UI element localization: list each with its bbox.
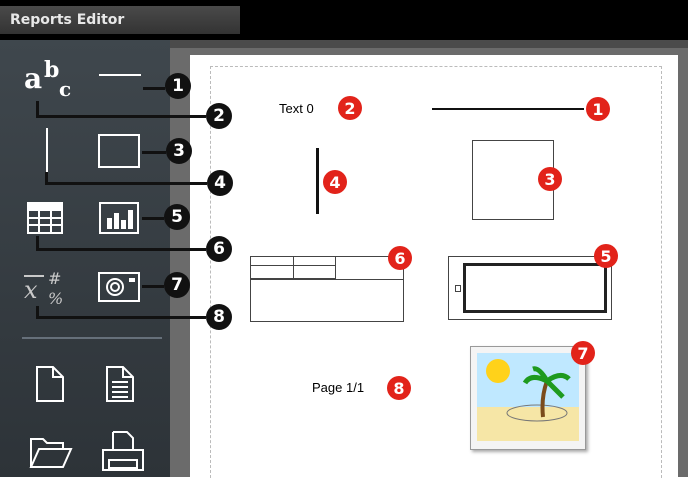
line-tool-button[interactable] [97,68,143,82]
callout-2: 2 [206,103,232,129]
svg-text:x: x [24,276,38,304]
vertical-line-element[interactable] [316,148,319,214]
canvas-callout-7: 7 [571,341,595,365]
rectangle-icon [98,134,140,168]
callout-1: 1 [165,73,191,99]
print-button[interactable] [98,428,148,474]
canvas-top-strip [170,40,688,48]
chart-element[interactable] [448,256,612,320]
image-element[interactable] [470,346,586,450]
table-element[interactable] [250,256,404,322]
island-picture-icon [477,353,579,441]
table-body-divider [251,279,403,280]
image-tool-button[interactable] [96,268,142,306]
leader-line-4 [45,182,207,185]
svg-text:%: % [48,289,63,308]
svg-text:a: a [24,62,42,95]
variable-tool-button[interactable]: x # % [18,264,74,310]
leader-line-6 [36,248,206,251]
reports-editor-window: Reports Editor a b c x # % 1 2 3 4 5 6 7… [0,0,688,478]
canvas-callout-8: 8 [387,376,411,400]
print-icon [102,431,144,471]
rectangle-tool-button[interactable] [96,132,142,170]
chart-tool-button[interactable] [96,198,142,238]
table-icon [27,202,63,234]
callout-4: 4 [207,170,233,196]
document-button[interactable] [100,362,140,406]
callout-6: 6 [206,236,232,262]
tool-sidebar [0,40,170,477]
canvas-callout-4: 4 [323,170,347,194]
chart-plot-area [463,263,607,313]
canvas-callout-6: 6 [388,246,412,270]
callout-7: 7 [164,272,190,298]
line-icon [99,74,141,76]
vertical-line-tool-button[interactable] [42,126,52,174]
table-col-divider [335,257,336,279]
sidebar-divider [22,337,162,339]
callout-8: 8 [206,304,232,330]
svg-text:b: b [44,57,59,83]
chart-axis-marker [455,285,461,292]
table-tool-button[interactable] [24,198,68,238]
leader-line-7 [142,285,164,288]
new-page-button[interactable] [30,362,70,406]
line-element[interactable] [432,108,584,110]
vertical-line-icon [46,128,48,172]
canvas-callout-5: 5 [594,244,618,268]
text-tool-button[interactable]: a b c [22,52,78,102]
leader-line-1 [143,87,165,90]
variable-icon: x # % [24,269,63,308]
document-icon [106,366,134,402]
open-folder-button[interactable] [26,428,76,472]
window-title: Reports Editor [10,12,125,28]
callout-5: 5 [164,204,190,230]
new-page-icon [36,366,64,402]
svg-text:c: c [59,77,71,101]
callout-3: 3 [166,138,192,164]
leader-line-5 [142,217,164,220]
bar-chart-icon [99,202,139,234]
text-abc-icon: a b c [24,57,71,101]
leader-line-3 [142,151,166,154]
leader-line-2 [36,115,206,118]
camera-icon [98,272,140,302]
canvas-callout-3: 3 [538,167,562,191]
open-folder-icon [29,438,73,468]
table-col-divider [293,257,294,279]
canvas-callout-1: 1 [586,97,610,121]
canvas-callout-2: 2 [338,96,362,120]
title-bar: Reports Editor [0,0,688,40]
svg-text:#: # [48,269,61,288]
leader-line-8 [36,316,206,319]
text-element[interactable]: Text 0 [279,101,314,116]
page-number-element[interactable]: Page 1/1 [312,380,364,395]
